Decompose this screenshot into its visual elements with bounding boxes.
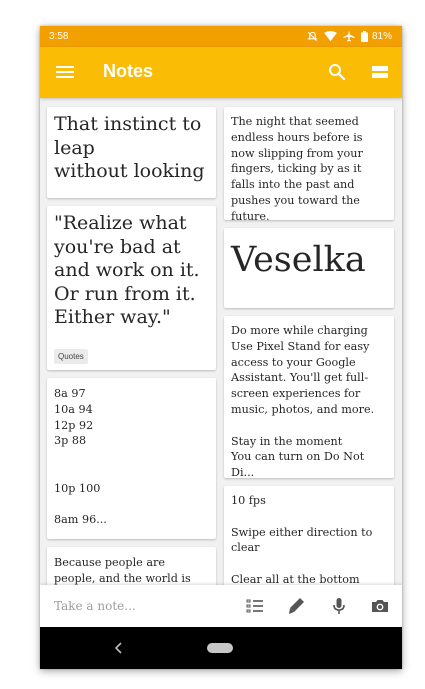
airplane-icon	[343, 30, 355, 42]
note-text: "Realize what you're bad at and work on …	[54, 212, 200, 328]
note-text: Do more while charging Use Pixel Stand f…	[231, 324, 375, 478]
view-toggle-icon[interactable]	[372, 65, 388, 79]
take-note-input[interactable]: Take a note...	[54, 599, 136, 613]
note-card-fps[interactable]: 10 fps Swipe either direction to clear C…	[224, 486, 394, 585]
note-card-pixel-stand[interactable]: Do more while charging Use Pixel Stand f…	[224, 316, 394, 478]
app-bar: Notes	[40, 47, 402, 98]
bottom-bar: Take a note...	[40, 585, 402, 627]
microphone-icon[interactable]	[329, 596, 349, 616]
status-time: 3:58	[49, 31, 69, 42]
status-bar: 3:58 81%	[40, 26, 402, 47]
status-icons: 81%	[307, 29, 392, 43]
note-text: Because people are people, and the world…	[54, 556, 191, 585]
note-card-temperatures[interactable]: 8a 97 10a 94 12p 92 3p 88 10p 100 8am 96…	[47, 378, 216, 539]
note-card-veselka[interactable]: Veselka	[224, 228, 394, 308]
list-icon[interactable]	[245, 596, 265, 616]
note-text: Veselka	[231, 240, 366, 280]
camera-icon[interactable]	[370, 596, 390, 616]
pen-icon[interactable]	[286, 596, 306, 616]
note-card-night[interactable]: The night that seemed endless hours befo…	[224, 107, 394, 220]
note-card-people[interactable]: Because people are people, and the world…	[47, 547, 216, 585]
battery-icon	[360, 30, 368, 42]
search-icon[interactable]	[328, 63, 346, 81]
home-pill[interactable]	[207, 643, 233, 653]
mute-icon	[307, 31, 318, 41]
note-text: That instinct to leap without looking	[54, 113, 205, 182]
note-label-chip: Quotes	[54, 348, 88, 364]
battery-percent: 81%	[371, 30, 392, 42]
note-text: 10 fps Swipe either direction to clear C…	[231, 494, 373, 585]
wifi-icon	[324, 30, 337, 41]
back-icon[interactable]	[113, 641, 125, 655]
note-text: The night that seemed endless hours befo…	[231, 115, 363, 220]
phone-screen: 3:58 81% Notes That instinct to leap wit…	[40, 26, 402, 669]
menu-icon[interactable]	[56, 64, 74, 80]
note-card-instinct[interactable]: That instinct to leap without looking	[47, 107, 216, 198]
navigation-bar	[40, 627, 402, 669]
notes-grid: That instinct to leap without looking "R…	[40, 98, 402, 585]
note-card-quote[interactable]: "Realize what you're bad at and work on …	[47, 206, 216, 370]
note-text: 8a 97 10a 94 12p 92 3p 88 10p 100 8am 96…	[54, 387, 107, 527]
app-title: Notes	[103, 61, 154, 81]
